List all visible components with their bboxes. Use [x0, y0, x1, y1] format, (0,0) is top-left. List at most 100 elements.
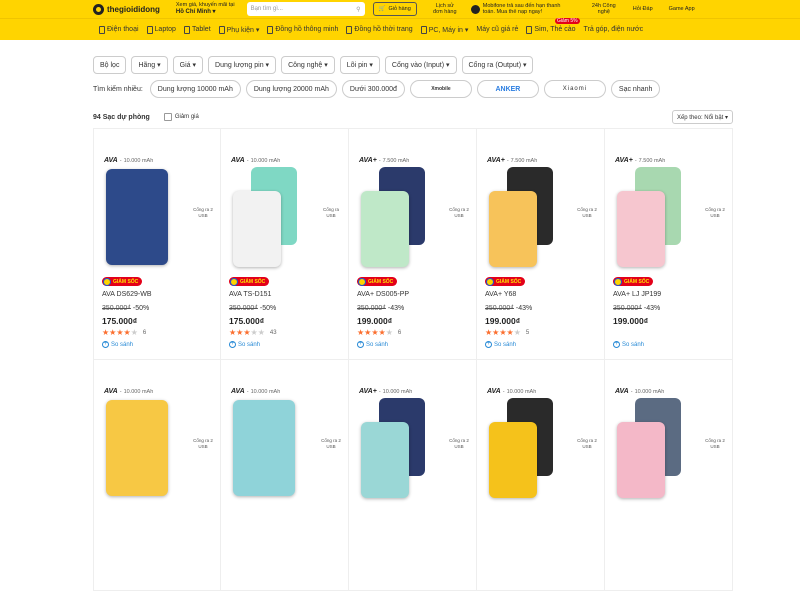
- promo-icon: [486, 277, 494, 286]
- nav-item-0[interactable]: Điện thoại: [95, 19, 143, 40]
- output-ports: Cổng ra 2 USB: [705, 438, 725, 449]
- promo-badge: GIẢM SỐC: [485, 277, 526, 286]
- compare-button[interactable]: + So sánh: [102, 341, 133, 348]
- nav-item-1[interactable]: Laptop: [143, 19, 180, 40]
- brand-chip-xiaomi[interactable]: Xiaomi: [543, 80, 606, 98]
- output-ports: Cổng ra 2 USB: [449, 207, 469, 218]
- product-image[interactable]: [487, 167, 559, 267]
- search-icon[interactable]: ⚲: [356, 6, 360, 13]
- filter-dropdown-7[interactable]: Cổng ra (Output) ▾: [461, 56, 534, 74]
- game-app-link[interactable]: Game App: [669, 6, 695, 12]
- discount-percent: -43%: [643, 305, 661, 312]
- listing-toolbar: 94 Sạc dự phòng Giảm giá Xếp theo: Nổi b…: [93, 110, 733, 124]
- product-name[interactable]: AVA+ Y68: [485, 291, 516, 298]
- filter-dropdown-4[interactable]: Công nghệ ▾: [281, 56, 335, 74]
- search-box[interactable]: Bạn tìm gì... ⚲: [246, 2, 365, 16]
- product-card[interactable]: AVA+ - 7.500 mAh Cổng ra 2 USB GIẢM SỐC AVA+…: [605, 129, 733, 360]
- product-image[interactable]: [231, 167, 303, 267]
- chip-10000mah[interactable]: Dung lượng 10000 mAh: [149, 80, 241, 98]
- filter-dropdown-5[interactable]: Lõi pin ▾: [339, 56, 380, 74]
- tablet-icon: [183, 25, 190, 34]
- compare-button[interactable]: + So sánh: [485, 341, 516, 348]
- product-image[interactable]: [104, 167, 176, 267]
- logo-icon: [93, 3, 104, 15]
- brand-capacity: AVA - 10.000 mAh: [104, 388, 154, 395]
- powerbank-front: [489, 191, 537, 267]
- product-name[interactable]: AVA DS629-WB: [102, 291, 152, 298]
- discount-checkbox[interactable]: Giảm giá: [163, 113, 199, 121]
- product-name[interactable]: AVA TS-D151: [229, 291, 271, 298]
- product-name[interactable]: AVA+ DS005-PP: [357, 291, 409, 298]
- product-image[interactable]: [359, 167, 431, 267]
- product-name[interactable]: AVA+ LJ JP199: [613, 291, 661, 298]
- product-card[interactable]: AVA - 10.000 mAh Cổng ra 2 USB: [93, 360, 221, 591]
- filter-button[interactable]: Bộ lọc: [93, 56, 127, 74]
- product-card[interactable]: AVA+ - 7.500 mAh Cổng ra 2 USB GIẢM SỐC AVA+…: [477, 129, 605, 360]
- brand-chip-xmobile[interactable]: Xmobile: [409, 80, 472, 98]
- product-card[interactable]: AVA+ - 10.000 mAh Cổng ra 2 USB: [349, 360, 477, 591]
- tech24-link[interactable]: 24h Công nghệ: [589, 3, 619, 15]
- product-image[interactable]: [104, 398, 176, 498]
- nav-item-7[interactable]: Máy cũ giá rẻ: [472, 19, 522, 40]
- cart-button[interactable]: 🛒 Giỏ hàng: [372, 2, 417, 16]
- brand-capacity: AVA+ - 7.500 mAh: [615, 157, 666, 164]
- star-icon: ★: [492, 328, 500, 337]
- brand-chip-anker[interactable]: ANKER: [476, 80, 539, 98]
- promo-badge: GIẢM SỐC: [229, 277, 270, 286]
- phone-icon: [99, 25, 105, 34]
- product-card[interactable]: AVA+ - 7.500 mAh Cổng ra 2 USB GIẢM SỐC AVA+…: [349, 129, 477, 360]
- product-card[interactable]: AVA - 10.000 mAh Cổng ra 2 USB: [477, 360, 605, 591]
- nav-item-8[interactable]: Sim, Thẻ cào Giảm 5%: [522, 18, 580, 40]
- brand-capacity: AVA+ - 7.500 mAh: [487, 157, 538, 164]
- category-nav: Điện thoại Laptop Tablet Phụ kiện ▾ Đồng hồ …: [0, 18, 800, 40]
- filter-dropdown-3[interactable]: Dung lượng pin ▾: [208, 56, 277, 74]
- nav-item-2[interactable]: Tablet: [180, 19, 215, 40]
- popular-search-label: Tìm kiếm nhiều:: [93, 85, 143, 93]
- powerbank-front: [617, 191, 665, 267]
- nav-item-6[interactable]: PC, Máy in ▾: [417, 19, 473, 40]
- promo-banner[interactable]: Mobifone trả sau đến hạn thanh toán. Mua…: [470, 3, 571, 15]
- chip-fast-charge[interactable]: Sạc nhanh: [610, 80, 661, 98]
- star-icon: ★: [229, 328, 237, 337]
- search-input[interactable]: Bạn tìm gì...: [251, 6, 283, 12]
- chip-20000mah[interactable]: Dung lượng 20000 mAh: [245, 80, 337, 98]
- plus-icon: +: [357, 341, 364, 348]
- watch-icon: [346, 25, 353, 34]
- filter-dropdown-1[interactable]: Hãng ▾: [131, 56, 168, 74]
- product-price: 199.000₫: [485, 316, 521, 326]
- product-image[interactable]: [615, 167, 687, 267]
- star-icon: ★: [236, 328, 244, 337]
- product-image[interactable]: [615, 398, 687, 498]
- filter-dropdown-2[interactable]: Giá ▾: [172, 56, 204, 74]
- product-card[interactable]: AVA - 10.000 mAh Cổng ra USB GIẢM SỐC AVA TS…: [221, 129, 349, 360]
- product-card[interactable]: AVA - 10.000 mAh Cổng ra 2 USB: [221, 360, 349, 591]
- sort-dropdown[interactable]: Xếp theo: Nổi bật ▾: [671, 110, 733, 124]
- product-image[interactable]: [487, 398, 559, 498]
- review-count: 43: [269, 330, 277, 336]
- nav-item-9[interactable]: Trả góp, điện nước: [580, 19, 648, 40]
- nav-item-3[interactable]: Phụ kiện ▾: [215, 19, 264, 40]
- brand-capacity: AVA - 10.000 mAh: [104, 157, 154, 164]
- product-card[interactable]: AVA - 10.000 mAh Cổng ra 2 USB GIẢM SỐC AVA …: [93, 129, 221, 360]
- promo-icon: [470, 4, 480, 14]
- brand-capacity: AVA - 10.000 mAh: [615, 388, 665, 395]
- product-card[interactable]: AVA - 10.000 mAh Cổng ra 2 USB: [605, 360, 733, 591]
- compare-button[interactable]: + So sánh: [613, 341, 644, 348]
- location-selector[interactable]: Xem giá, khuyến mãi tại Hồ Chí Minh ▾: [176, 2, 235, 16]
- plus-icon: +: [613, 341, 620, 348]
- qa-link[interactable]: Hỏi Đáp: [633, 6, 653, 12]
- compare-button[interactable]: + So sánh: [229, 341, 260, 348]
- filter-dropdown-6[interactable]: Cổng vào (Input) ▾: [384, 56, 457, 74]
- powerbank-front: [233, 191, 281, 267]
- site-logo[interactable]: thegioididong: [93, 3, 160, 15]
- star-icon: ★: [378, 328, 386, 337]
- chip-under-300k[interactable]: Dưới 300.000đ: [341, 80, 405, 98]
- nav-item-4[interactable]: Đồng hồ thông minh: [263, 19, 342, 40]
- compare-button[interactable]: + So sánh: [357, 341, 388, 348]
- star-icon: ★: [357, 328, 365, 337]
- product-image[interactable]: [359, 398, 431, 498]
- order-history-link[interactable]: Lịch sử đơn hàng: [431, 3, 459, 15]
- brand-capacity: AVA - 10.000 mAh: [231, 157, 281, 164]
- product-image[interactable]: [231, 398, 303, 498]
- nav-item-5[interactable]: Đồng hồ thời trang: [342, 19, 416, 40]
